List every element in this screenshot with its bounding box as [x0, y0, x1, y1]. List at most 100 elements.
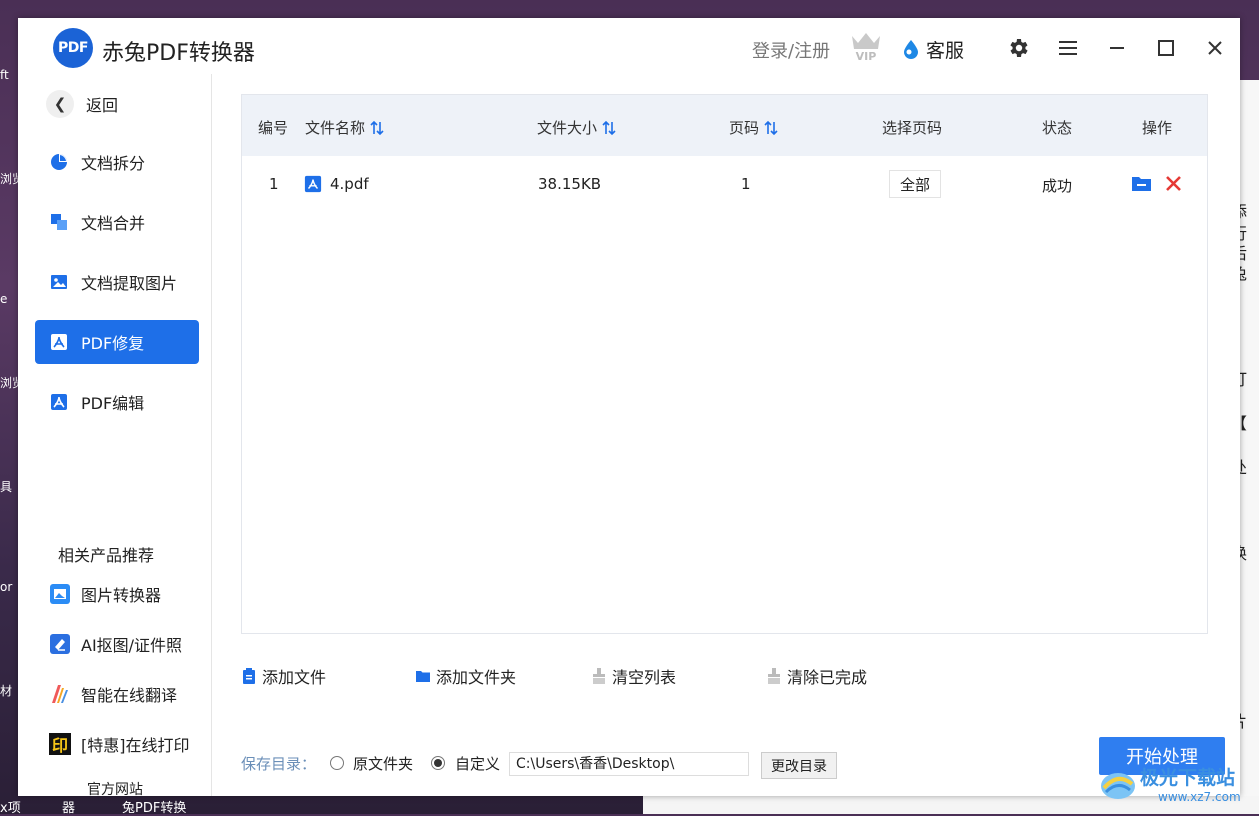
image-converter-icon: [50, 584, 70, 604]
watermark-url: www.xz7.com: [1158, 790, 1241, 804]
add-folder-label: 添加文件夹: [436, 668, 517, 687]
bg-text-5: 具: [0, 480, 13, 494]
row-index: 1: [269, 175, 279, 193]
recommend-title: 相关产品推荐: [58, 546, 155, 565]
header-filesize[interactable]: 文件大小: [537, 117, 617, 138]
table-header: 编号 文件名称 文件大小 页码 选择页码 状态 操作: [242, 95, 1207, 156]
vip-text: VIP: [856, 50, 877, 62]
vip-crown-icon[interactable]: VIP: [849, 30, 883, 62]
clear-list-label: 清空列表: [612, 668, 677, 687]
clear-completed-button[interactable]: 清除已完成: [766, 664, 867, 688]
recommend-item-translate[interactable]: 智能在线翻译: [49, 682, 177, 706]
sidebar-item-label: PDF编辑: [81, 394, 145, 413]
add-folder-button[interactable]: 添加文件夹: [415, 664, 516, 688]
app-window: PDF 赤兔PDF转换器 登录/注册 VIP 客服 ❮ 返回 文档拆分 文档合并…: [18, 18, 1240, 799]
page-select-button[interactable]: 全部: [889, 170, 941, 198]
radio-custom-folder[interactable]: [431, 756, 445, 770]
header-status: 状态: [1042, 119, 1073, 137]
row-status: 成功: [1042, 177, 1073, 195]
header-pages[interactable]: 页码: [729, 117, 779, 138]
menu-icon[interactable]: [1056, 36, 1080, 60]
official-site-link[interactable]: 官方网站: [87, 779, 143, 799]
row-filesize: 38.15KB: [538, 175, 602, 193]
save-dir-label: 保存目录：: [241, 755, 317, 773]
bg-bottom-text: 器: [62, 801, 76, 816]
maximize-icon[interactable]: [1154, 36, 1178, 60]
print-seal-icon: 印: [49, 733, 71, 755]
clear-list-button[interactable]: 清空列表: [591, 664, 676, 688]
radio-custom-label: 自定义: [455, 755, 501, 773]
radio-original-folder[interactable]: [330, 756, 344, 770]
delete-icon[interactable]: [1165, 175, 1182, 192]
header-page-select: 选择页码: [882, 119, 943, 137]
bg-text-3: e: [0, 292, 8, 306]
recommend-item-label: AI抠图/证件照: [81, 636, 183, 655]
sidebar-item-extract-images[interactable]: 文档提取图片: [35, 260, 199, 304]
back-button[interactable]: ❮ 返回: [46, 90, 118, 118]
bg-bottom-text: 兔PDF转换: [122, 801, 187, 816]
logo-text: PDF: [58, 40, 88, 56]
recommend-item-label: [特惠]在线打印: [81, 736, 190, 755]
customer-service-button[interactable]: 客服: [902, 36, 964, 62]
open-folder-icon[interactable]: [1131, 174, 1152, 192]
image-icon: [51, 275, 67, 289]
row-filename-text: 4.pdf: [330, 175, 369, 193]
translate-icon: [52, 685, 68, 703]
sidebar: ❮ 返回 文档拆分 文档合并 文档提取图片 PDF修复 PDF编辑 相关产品推荐…: [18, 74, 212, 799]
bg-text-1: ft: [0, 68, 9, 82]
service-drop-icon: [904, 40, 918, 59]
add-file-label: 添加文件: [262, 668, 327, 687]
title-bar: PDF 赤兔PDF转换器 登录/注册 VIP 客服: [18, 18, 1240, 74]
add-file-button[interactable]: 添加文件: [241, 664, 326, 688]
pie-chart-icon: [51, 154, 67, 170]
sort-icon: [370, 120, 384, 135]
clipboard-icon: [243, 668, 255, 684]
folder-icon: [416, 671, 430, 682]
watermark-logo: 极光下载站 www.xz7.com: [1101, 766, 1241, 804]
app-title: 赤兔PDF转换器: [102, 41, 255, 66]
clear-completed-label: 清除已完成: [787, 668, 868, 687]
sidebar-item-label: PDF修复: [81, 334, 145, 353]
sidebar-item-split[interactable]: 文档拆分: [35, 140, 199, 184]
recommend-item-print[interactable]: 印 [特惠]在线打印: [49, 732, 190, 756]
app-logo: PDF: [53, 28, 93, 68]
sidebar-item-merge[interactable]: 文档合并: [35, 200, 199, 244]
sidebar-item-label: 文档提取图片: [81, 274, 178, 293]
sidebar-item-label: 文档拆分: [81, 154, 146, 173]
eraser-icon: [50, 634, 70, 654]
bg-text-7: 材: [0, 684, 13, 698]
brush-icon: [593, 668, 605, 684]
login-register-link[interactable]: 登录/注册: [752, 37, 830, 63]
chevron-left-icon: ❮: [46, 90, 74, 118]
radio-original-label: 原文件夹: [353, 755, 414, 773]
change-directory-button[interactable]: 更改目录: [761, 752, 837, 779]
recommend-item-label: 图片转换器: [81, 586, 162, 605]
watermark-text: 极光下载站: [1140, 766, 1235, 789]
sidebar-item-pdf-repair[interactable]: PDF修复: [35, 320, 199, 364]
pdf-icon: [51, 394, 67, 410]
merge-squares-icon: [51, 214, 67, 230]
header-filename[interactable]: 文件名称: [305, 117, 385, 138]
bg-text-6: or: [0, 580, 13, 594]
sort-icon: [764, 120, 778, 135]
header-index: 编号: [258, 119, 289, 137]
recommend-item-ai-cutout[interactable]: AI抠图/证件照: [49, 632, 182, 656]
sidebar-item-label: 文档合并: [81, 214, 146, 233]
back-label: 返回: [86, 96, 119, 115]
sidebar-item-pdf-edit[interactable]: PDF编辑: [35, 380, 199, 424]
file-table: 编号 文件名称 文件大小 页码 选择页码 状态 操作 1 4.pdf 38.15…: [241, 94, 1208, 634]
service-label: 客服: [926, 39, 965, 62]
row-pages: 1: [741, 175, 751, 193]
sort-icon: [602, 120, 616, 135]
bg-bottom-text: x项: [0, 801, 21, 816]
minimize-icon[interactable]: [1105, 36, 1129, 60]
pdf-icon: [51, 334, 67, 350]
save-path-field[interactable]: C:\Users\香香\Desktop\: [509, 752, 749, 776]
pdf-file-icon: [304, 175, 322, 193]
close-icon[interactable]: [1203, 36, 1227, 60]
settings-gear-icon[interactable]: [1006, 36, 1030, 60]
header-actions: 操作: [1142, 119, 1173, 137]
row-filename: 4.pdf: [304, 175, 369, 193]
recommend-item-image-converter[interactable]: 图片转换器: [49, 582, 161, 606]
recommend-item-label: 智能在线翻译: [81, 686, 178, 705]
